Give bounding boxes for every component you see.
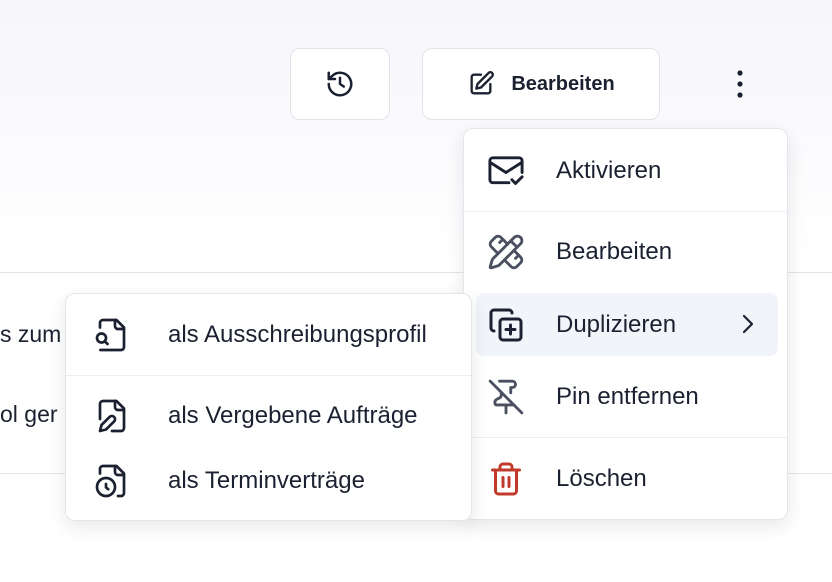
submenu-item-label: als Vergebene Aufträge: [168, 402, 418, 429]
file-clock-icon: [92, 461, 132, 501]
pencil-square-icon: [467, 70, 495, 98]
more-options-button[interactable]: [722, 62, 758, 106]
pin-off-icon: [486, 377, 526, 417]
submenu-item-tender-profile[interactable]: als Ausschreibungsprofil: [78, 302, 462, 368]
copy-plus-icon: [486, 305, 526, 345]
edit-button-label: Bearbeiten: [511, 72, 615, 95]
menu-item-duplicate[interactable]: Duplizieren: [476, 293, 778, 356]
file-search-icon: [92, 315, 132, 355]
submenu-item-term-contracts[interactable]: als Terminverträge: [78, 449, 462, 513]
chevron-right-icon: [740, 313, 756, 335]
kebab-menu-icon: [736, 69, 744, 99]
submenu-divider: [66, 375, 471, 376]
actions-menu: Aktivieren Bearbeiten Duplizieren Pin en…: [463, 128, 788, 520]
background-row-text: s zum: [0, 321, 62, 347]
menu-item-label: Duplizieren: [556, 310, 677, 338]
menu-item-activate[interactable]: Aktivieren: [476, 139, 778, 203]
menu-item-unpin[interactable]: Pin entfernen: [476, 365, 778, 428]
duplicate-submenu: als Ausschreibungsprofil als Vergebene A…: [65, 293, 472, 521]
trash-icon: [486, 459, 526, 499]
menu-divider: [464, 211, 787, 212]
menu-item-delete[interactable]: Löschen: [476, 447, 778, 510]
mail-check-icon: [486, 151, 526, 191]
edit-button[interactable]: Bearbeiten: [422, 48, 660, 120]
submenu-item-label: als Ausschreibungsprofil: [168, 321, 427, 348]
menu-item-label: Bearbeiten: [556, 238, 673, 265]
menu-item-edit[interactable]: Bearbeiten: [476, 220, 778, 284]
pencil-ruler-icon: [486, 232, 526, 272]
menu-item-label: Aktivieren: [556, 157, 662, 184]
submenu-item-label: als Terminverträge: [168, 467, 365, 494]
menu-item-label: Löschen: [556, 464, 647, 492]
background-row-text: ol ger: [0, 401, 58, 427]
submenu-item-awarded-contracts[interactable]: als Vergebene Aufträge: [78, 384, 462, 448]
history-icon: [325, 69, 355, 99]
menu-item-label: Pin entfernen: [556, 382, 699, 410]
menu-divider: [464, 437, 787, 438]
file-pen-icon: [92, 396, 132, 436]
history-button[interactable]: [290, 48, 390, 120]
